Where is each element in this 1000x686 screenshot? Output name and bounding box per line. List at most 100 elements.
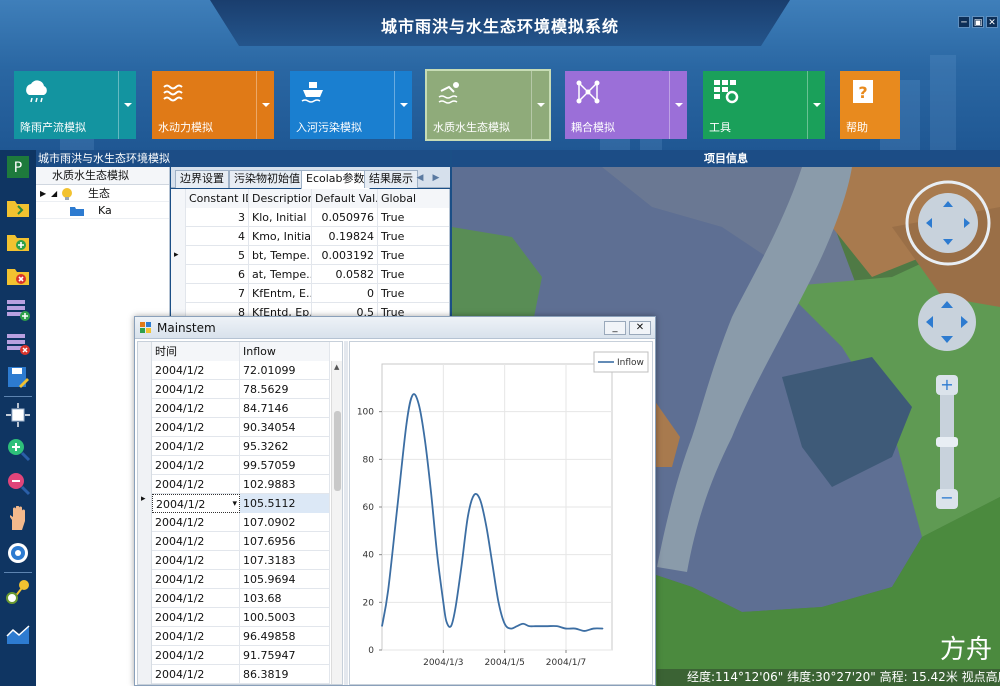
grid-cell-inflow[interactable]: 95.3262: [240, 437, 330, 456]
remove-layer-icon[interactable]: [5, 330, 31, 356]
module-dropdown-toggle[interactable]: [807, 71, 825, 139]
row-header-cell[interactable]: [138, 532, 152, 551]
save-edit-icon[interactable]: [5, 364, 31, 390]
pan-hand-icon[interactable]: [5, 506, 31, 532]
row-header-cell[interactable]: [171, 265, 186, 284]
row-header-cell[interactable]: [138, 418, 152, 437]
grid-cell-time[interactable]: 2004/1/2: [152, 608, 240, 627]
column-header[interactable]: Global: [378, 189, 449, 208]
row-header-cell[interactable]: [138, 608, 152, 627]
tab-results-display[interactable]: 结果展示: [364, 170, 418, 188]
maximize-window-button[interactable]: ▣: [972, 16, 984, 28]
grid-cell-time[interactable]: 2004/1/2: [152, 361, 240, 380]
grid-row[interactable]: 2004/1/2 84.7146: [138, 399, 330, 418]
grid-row[interactable]: 2004/1/2 107.3183: [138, 551, 330, 570]
table-cell[interactable]: True: [378, 208, 449, 227]
table-cell[interactable]: Kmo, Initial...: [249, 227, 312, 246]
grid-row[interactable]: 2004/1/2 100.5003: [138, 608, 330, 627]
column-header[interactable]: Default Val...: [312, 189, 378, 208]
row-header-cell[interactable]: [138, 551, 152, 570]
module-coupled[interactable]: 耦合模拟: [565, 71, 687, 139]
row-header-cell[interactable]: [138, 380, 152, 399]
column-header[interactable]: Description: [249, 189, 312, 208]
minimize-button[interactable]: _: [604, 321, 626, 335]
grid-cell-time[interactable]: 2004/1/2: [152, 418, 240, 437]
chart-area-icon[interactable]: [5, 620, 31, 646]
grid-cell-time[interactable]: 2004/1/2 ▾: [152, 494, 240, 513]
grid-cell-inflow[interactable]: 99.57059: [240, 456, 330, 475]
table-cell[interactable]: 4: [186, 227, 249, 246]
tab-pollutant-initial-values[interactable]: 污染物初始值: [229, 170, 305, 188]
table-cell[interactable]: bt, Tempe...: [249, 246, 312, 265]
grid-row[interactable]: 2004/1/2 95.3262: [138, 437, 330, 456]
zoom-out-map-button[interactable]: −: [936, 489, 958, 509]
zoom-out-icon[interactable]: [5, 470, 31, 496]
row-header-cell[interactable]: [138, 399, 152, 418]
tree-node-ka[interactable]: Ka: [36, 202, 169, 219]
grid-cell-inflow[interactable]: 107.0902: [240, 513, 330, 532]
row-header-cell[interactable]: [171, 284, 186, 303]
table-cell[interactable]: Klo, Initial ...: [249, 208, 312, 227]
tab-boundary-settings[interactable]: 边界设置: [175, 170, 229, 188]
row-header-cell[interactable]: ▸: [138, 494, 152, 513]
constants-table-row[interactable]: 3Klo, Initial ...0.050976True: [171, 208, 449, 227]
add-layer-icon[interactable]: [5, 296, 31, 322]
grid-cell-time[interactable]: 2004/1/2: [152, 627, 240, 646]
grid-row[interactable]: 2004/1/2 102.9883: [138, 475, 330, 494]
project-icon[interactable]: P: [5, 154, 31, 180]
grid-row[interactable]: 2004/1/2 99.57059: [138, 456, 330, 475]
row-header-cell[interactable]: [138, 513, 152, 532]
zoom-in-icon[interactable]: [5, 436, 31, 462]
open-folder-icon[interactable]: [5, 194, 31, 220]
compass-control[interactable]: [904, 179, 992, 267]
window-splitter[interactable]: [344, 341, 348, 685]
table-cell[interactable]: 0.003192: [312, 246, 378, 265]
grid-cell-inflow[interactable]: 86.3819: [240, 665, 330, 684]
grid-cell-inflow[interactable]: 102.9883: [240, 475, 330, 494]
grid-vertical-scrollbar[interactable]: ▲: [331, 361, 342, 684]
grid-cell-time[interactable]: 2004/1/2: [152, 437, 240, 456]
scrollbar-thumb[interactable]: [334, 411, 341, 491]
module-dropdown-toggle[interactable]: [118, 71, 136, 139]
module-help[interactable]: ? 帮助: [840, 71, 900, 139]
grid-cell-time[interactable]: 2004/1/2: [152, 475, 240, 494]
grid-cell-time[interactable]: 2004/1/2: [152, 665, 240, 684]
table-cell[interactable]: 6: [186, 265, 249, 284]
minimize-window-button[interactable]: ─: [958, 16, 970, 28]
row-header-cell[interactable]: [138, 456, 152, 475]
constants-table-row[interactable]: 6 at, Tempe... 0.0582 True: [171, 265, 449, 284]
constants-table-row[interactable]: 7 KfEntm, E... 0 True: [171, 284, 449, 303]
row-header-cell[interactable]: [171, 208, 186, 227]
grid-row[interactable]: 2004/1/2 91.75947: [138, 646, 330, 665]
row-header-cell[interactable]: [138, 627, 152, 646]
window-titlebar[interactable]: Mainstem _ ✕: [135, 317, 655, 339]
grid-cell-time[interactable]: 2004/1/2: [152, 456, 240, 475]
grid-cell-inflow[interactable]: 91.75947: [240, 646, 330, 665]
module-tools[interactable]: 工具: [703, 71, 825, 139]
row-header-cell[interactable]: [138, 589, 152, 608]
collapse-arrow-icon[interactable]: ◢: [51, 185, 57, 202]
grid-cell-time[interactable]: 2004/1/2: [152, 551, 240, 570]
grid-cell-inflow[interactable]: 105.5112: [240, 494, 330, 513]
row-header-cell[interactable]: [138, 646, 152, 665]
grid-cell-time[interactable]: 2004/1/2: [152, 532, 240, 551]
locate-icon[interactable]: [5, 540, 31, 566]
module-dropdown-toggle[interactable]: [256, 71, 274, 139]
tab-ecolab-parameters[interactable]: Ecolab参数: [301, 170, 370, 189]
grid-row[interactable]: 2004/1/2 78.5629: [138, 380, 330, 399]
grid-cell-inflow[interactable]: 84.7146: [240, 399, 330, 418]
table-cell[interactable]: True: [378, 227, 449, 246]
grid-cell-inflow[interactable]: 100.5003: [240, 608, 330, 627]
grid-row[interactable]: 2004/1/2 107.6956: [138, 532, 330, 551]
grid-cell-inflow[interactable]: 107.6956: [240, 532, 330, 551]
table-cell[interactable]: 3: [186, 208, 249, 227]
new-file-icon[interactable]: [5, 228, 31, 254]
table-cell[interactable]: 0.19824: [312, 227, 378, 246]
grid-cell-inflow[interactable]: 103.68: [240, 589, 330, 608]
module-dropdown-toggle[interactable]: [669, 71, 687, 139]
tree-node-ecology[interactable]: ▶ ◢ 生态: [36, 185, 169, 202]
tab-scroll-right-icon[interactable]: ▶: [429, 171, 443, 185]
cell-dropdown-icon[interactable]: ▾: [232, 495, 237, 514]
scroll-up-icon[interactable]: ▲: [334, 363, 339, 371]
module-river-pollution[interactable]: 入河污染模拟: [290, 71, 412, 139]
